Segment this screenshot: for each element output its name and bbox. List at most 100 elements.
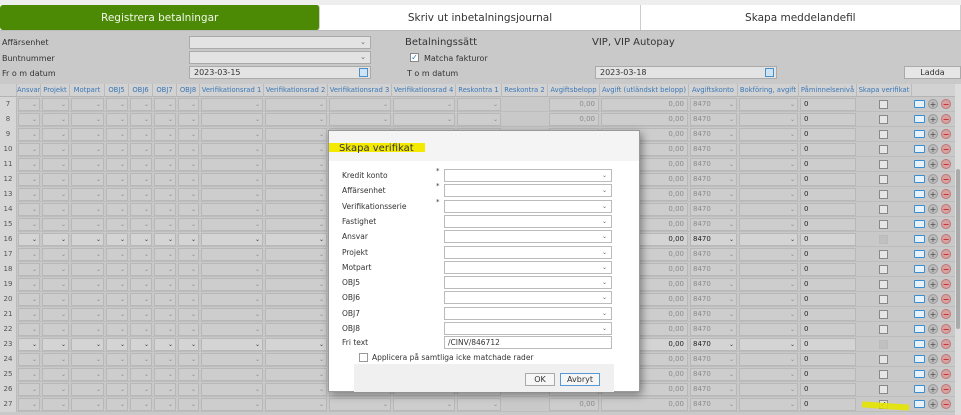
paminnelseniva-cell[interactable]: 0 (800, 353, 856, 366)
folder-icon[interactable] (914, 265, 925, 273)
folder-icon[interactable] (914, 310, 925, 318)
remove-row-icon[interactable]: − (941, 294, 951, 304)
avgiftskonto-select[interactable]: 8470 ⌄ (690, 248, 737, 261)
paminnelseniva-cell[interactable]: 0 (800, 143, 856, 156)
bokforing-avgift-select[interactable]: ⌄ (739, 398, 798, 411)
grid-cell-dropdown[interactable]: ⌄ (18, 233, 40, 246)
folder-icon[interactable] (914, 385, 925, 393)
grid-cell-dropdown[interactable]: ⌄ (71, 113, 104, 126)
add-row-icon[interactable]: + (928, 189, 938, 199)
column-header[interactable]: Avgift (utländskt belopp) (600, 84, 689, 97)
grid-cell-dropdown[interactable]: ⌄ (130, 173, 152, 186)
remove-row-icon[interactable]: − (941, 144, 951, 154)
calendar-icon[interactable] (765, 68, 774, 77)
grid-cell-dropdown[interactable]: ⌄ (106, 263, 128, 276)
grid-cell-dropdown[interactable]: ⌄ (265, 188, 327, 201)
grid-cell-dropdown[interactable]: ⌄ (42, 338, 69, 351)
bokforing-avgift-select[interactable]: ⌄ (739, 188, 798, 201)
grid-cell-dropdown[interactable]: ⌄ (201, 323, 263, 336)
grid-cell-dropdown[interactable]: ⌄ (130, 323, 152, 336)
paminnelseniva-cell[interactable]: 0 (800, 203, 856, 216)
avgiftskonto-select[interactable]: 8470 ⌄ (690, 368, 737, 381)
add-row-icon[interactable]: + (928, 174, 938, 184)
grid-cell-dropdown[interactable]: ⌄ (265, 233, 327, 246)
remove-row-icon[interactable]: − (941, 339, 951, 349)
grid-cell-dropdown[interactable]: ⌄ (130, 233, 152, 246)
ok-button[interactable]: OK (525, 373, 555, 386)
avgiftskonto-select[interactable]: 8470 ⌄ (690, 173, 737, 186)
bokforing-avgift-select[interactable]: ⌄ (739, 203, 798, 216)
remove-row-icon[interactable]: − (941, 354, 951, 364)
skapa-verifikat-checkbox[interactable] (879, 160, 888, 169)
grid-cell-dropdown[interactable]: ⌄ (18, 308, 40, 321)
bokforing-avgift-select[interactable]: ⌄ (739, 278, 798, 291)
grid-cell-dropdown[interactable]: ⌄ (71, 188, 104, 201)
grid-cell-dropdown[interactable]: ⌄ (18, 173, 40, 186)
grid-cell-dropdown[interactable]: ⌄ (265, 368, 327, 381)
grid-cell-dropdown[interactable]: ⌄ (265, 398, 327, 411)
add-row-icon[interactable]: + (928, 339, 938, 349)
add-row-icon[interactable]: + (928, 309, 938, 319)
bokforing-avgift-select[interactable]: ⌄ (739, 248, 798, 261)
paminnelseniva-cell[interactable]: 0 (800, 128, 856, 141)
grid-cell-dropdown[interactable]: ⌄ (265, 158, 327, 171)
grid-cell-dropdown[interactable]: ⌄ (71, 293, 104, 306)
avgiftskonto-select[interactable]: 8470 ⌄ (690, 143, 737, 156)
skapa-verifikat-checkbox[interactable] (879, 325, 888, 334)
grid-cell-dropdown[interactable]: ⌄ (201, 113, 263, 126)
grid-cell-dropdown[interactable]: ⌄ (457, 398, 501, 411)
bokforing-avgift-select[interactable]: ⌄ (739, 263, 798, 276)
avgiftsbelopp-cell[interactable]: 0,00 (549, 98, 599, 111)
folder-icon[interactable] (914, 220, 925, 228)
grid-cell-dropdown[interactable]: ⌄ (106, 98, 128, 111)
bokforing-avgift-select[interactable]: ⌄ (739, 353, 798, 366)
remove-row-icon[interactable]: − (941, 369, 951, 379)
remove-row-icon[interactable]: − (941, 204, 951, 214)
column-header[interactable]: Verifikationsrad 1 (200, 84, 264, 97)
add-row-icon[interactable]: + (928, 264, 938, 274)
skapa-verifikat-checkbox[interactable] (879, 190, 888, 199)
column-header[interactable]: Verifikationsrad 3 (328, 84, 392, 97)
grid-cell-dropdown[interactable]: ⌄ (201, 278, 263, 291)
grid-cell-dropdown[interactable]: ⌄ (106, 233, 128, 246)
tab-skriv-ut-journal[interactable]: Skriv ut inbetalningsjournal (320, 5, 641, 30)
paminnelseniva-cell[interactable]: 0 (800, 383, 856, 396)
grid-cell-dropdown[interactable]: ⌄ (71, 158, 104, 171)
add-row-icon[interactable]: + (928, 294, 938, 304)
bokforing-avgift-select[interactable]: ⌄ (739, 368, 798, 381)
paminnelseniva-cell[interactable]: 0 (800, 113, 856, 126)
paminnelseniva-cell[interactable]: 0 (800, 233, 856, 246)
field-select[interactable]: ⌄ (444, 169, 612, 182)
paminnelseniva-cell[interactable]: 0 (800, 278, 856, 291)
add-row-icon[interactable]: + (928, 219, 938, 229)
grid-cell-dropdown[interactable]: ⌄ (329, 113, 391, 126)
avgiftsbelopp-cell[interactable]: 0,00 (549, 113, 599, 126)
field-select[interactable]: ⌄ (444, 322, 612, 335)
grid-cell-dropdown[interactable]: ⌄ (106, 173, 128, 186)
grid-cell-dropdown[interactable]: ⌄ (393, 98, 455, 111)
grid-cell-dropdown[interactable]: ⌄ (178, 383, 199, 396)
bokforing-avgift-select[interactable]: ⌄ (739, 218, 798, 231)
add-row-icon[interactable]: + (928, 114, 938, 124)
grid-cell-dropdown[interactable]: ⌄ (265, 203, 327, 216)
field-select[interactable]: ⌄ (444, 276, 612, 290)
grid-cell-dropdown[interactable]: ⌄ (265, 323, 327, 336)
grid-cell-dropdown[interactable]: ⌄ (18, 278, 40, 291)
add-row-icon[interactable]: + (928, 354, 938, 364)
grid-cell-dropdown[interactable]: ⌄ (154, 143, 176, 156)
bokforing-avgift-select[interactable]: ⌄ (739, 98, 798, 111)
grid-cell-dropdown[interactable]: ⌄ (42, 128, 69, 141)
grid-cell-dropdown[interactable]: ⌄ (201, 233, 263, 246)
grid-cell-dropdown[interactable]: ⌄ (265, 248, 327, 261)
matcha-fakturor-checkbox[interactable]: ✓ (410, 53, 419, 62)
grid-cell-dropdown[interactable]: ⌄ (457, 113, 501, 126)
grid-cell-dropdown[interactable]: ⌄ (265, 173, 327, 186)
bokforing-avgift-select[interactable]: ⌄ (739, 233, 798, 246)
grid-cell-dropdown[interactable]: ⌄ (265, 128, 327, 141)
add-row-icon[interactable]: + (928, 279, 938, 289)
grid-cell-dropdown[interactable]: ⌄ (18, 143, 40, 156)
remove-row-icon[interactable]: − (941, 189, 951, 199)
grid-cell-dropdown[interactable]: ⌄ (154, 368, 176, 381)
paminnelseniva-cell[interactable]: 0 (800, 338, 856, 351)
column-header[interactable]: OBJ6 (129, 84, 153, 97)
